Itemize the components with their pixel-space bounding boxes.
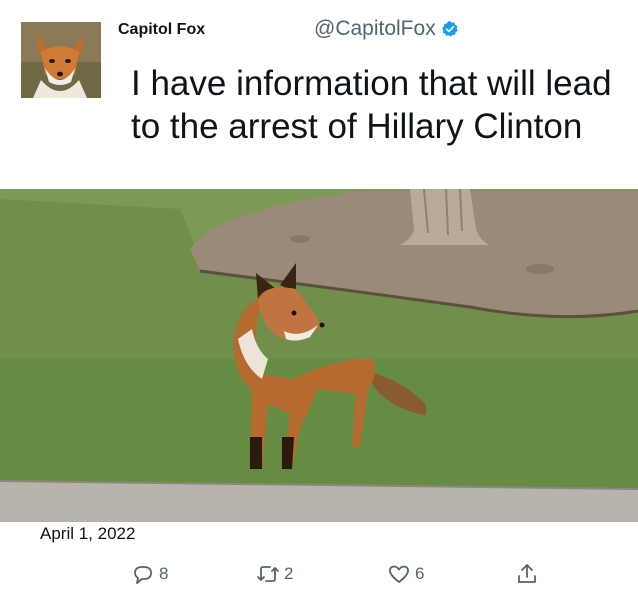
fox-photo: [0, 189, 638, 522]
share-button[interactable]: [515, 562, 539, 586]
verified-badge-icon: [441, 21, 458, 37]
like-button[interactable]: 6: [387, 562, 424, 586]
action-bar: 8 2 6: [0, 562, 638, 598]
reply-count: 8: [159, 564, 169, 583]
retweet-button[interactable]: 2: [256, 562, 293, 586]
retweet-count: 2: [284, 564, 294, 583]
heart-icon: [389, 565, 409, 583]
avatar[interactable]: [21, 22, 101, 98]
retweet-icon: [257, 566, 279, 582]
tweet-date[interactable]: April 1, 2022: [40, 524, 135, 544]
like-count: 6: [415, 564, 425, 583]
author-handle-group[interactable]: @CapitolFox: [314, 17, 459, 41]
tweet-card: Capitol Fox @CapitolFox I have informati…: [0, 0, 638, 610]
reply-button[interactable]: 8: [131, 562, 168, 586]
fox-avatar-icon: [21, 22, 101, 98]
author-display-name[interactable]: Capitol Fox: [118, 21, 205, 39]
tweet-photo[interactable]: [0, 189, 638, 522]
author-handle[interactable]: @CapitolFox: [314, 17, 436, 41]
reply-icon: [134, 566, 152, 584]
tweet-text: I have information that will lead to the…: [131, 64, 612, 146]
share-icon: [518, 564, 536, 583]
